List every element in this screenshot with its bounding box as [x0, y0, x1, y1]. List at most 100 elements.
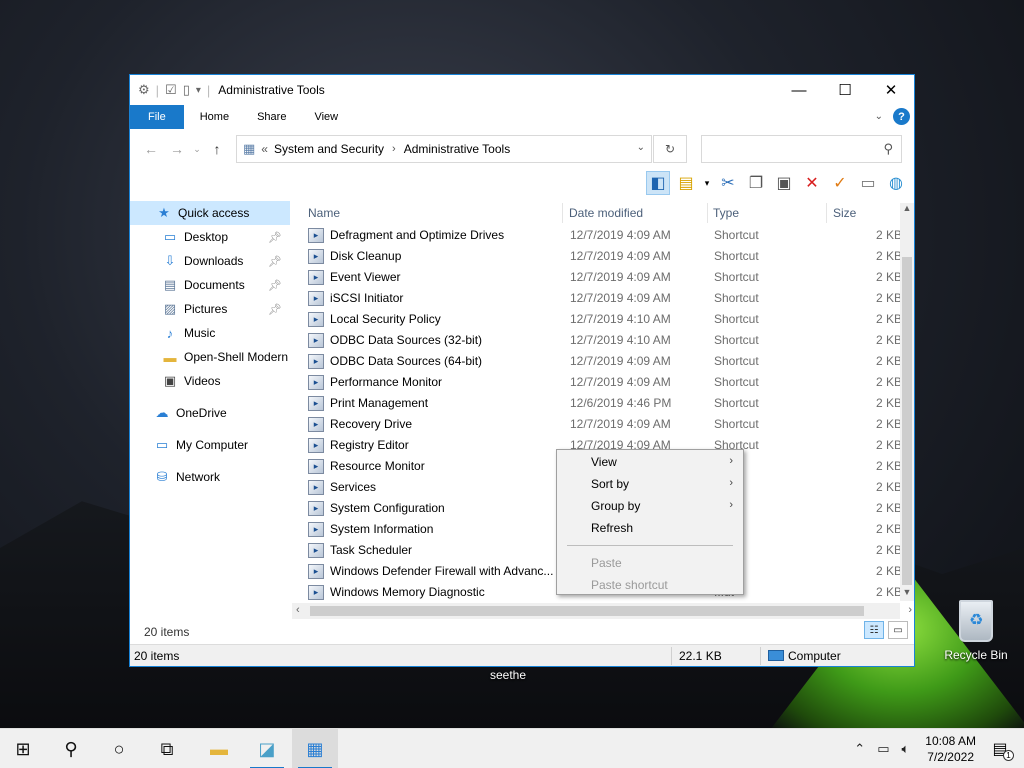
table-row[interactable]: ▸ Print Management 12/6/2019 4:46 PM Shortc… [302, 393, 902, 414]
horizontal-scroll-thumb[interactable] [310, 606, 864, 616]
table-row[interactable]: ▸ ODBC Data Sources (64-bit) 12/7/2019 4:0… [302, 351, 902, 372]
refresh-button[interactable]: ↻ [653, 135, 687, 163]
preview-pane-icon[interactable]: ◧ [646, 171, 670, 195]
volume-icon[interactable]: 🔈︎ [901, 741, 909, 757]
breadcrumb-overflow[interactable]: « [261, 142, 268, 156]
tab-home[interactable]: Home [186, 105, 243, 129]
breadcrumb-administrative-tools[interactable]: Administrative Tools [404, 142, 511, 156]
table-row[interactable]: ▸ Recovery Drive 12/7/2019 4:09 AM Shortcut… [302, 414, 902, 435]
sidebar-item-videos[interactable]: ▣ Videos [130, 369, 290, 393]
sidebar-item-onedrive[interactable]: ☁ OneDrive [130, 401, 290, 425]
file-size: 2 KB [876, 438, 902, 452]
show-hidden-icons-icon[interactable]: ⌃ [854, 741, 865, 757]
sidebar-item-quick-access[interactable]: ★ Quick access [130, 201, 290, 225]
network-tray-icon[interactable]: ▭ [877, 741, 889, 757]
table-row[interactable]: ▸ iSCSI Initiator 12/7/2019 4:09 AM Shortcu… [302, 288, 902, 309]
table-row[interactable]: ▸ Disk Cleanup 12/7/2019 4:09 AM Shortcut 2 … [302, 246, 902, 267]
sidebar-item-network[interactable]: ⛁ Network [130, 465, 290, 489]
scroll-left-icon[interactable]: ‹ [296, 604, 300, 616]
forward-arrow-icon[interactable]: → [164, 141, 190, 157]
search-input[interactable] [706, 137, 876, 161]
menu-item-group-by[interactable]: Group by › [557, 495, 743, 517]
horizontal-scrollbar[interactable]: ‹ › [292, 603, 912, 619]
menu-item-view[interactable]: View › [557, 451, 743, 473]
chevron-right-icon: › [729, 477, 733, 489]
search-taskbar-button[interactable]: ⚲ [48, 729, 94, 768]
column-header-name[interactable]: Name [308, 206, 340, 220]
properties-toolbar-icon[interactable]: ▭ [856, 171, 880, 195]
sidebar-item-pictures[interactable]: ▨ Pictures 📌︎ [130, 297, 290, 321]
sidebar-item-open-shell-modern[interactable]: ▬ Open-Shell Modern [130, 345, 290, 369]
column-header-type[interactable]: Type [713, 206, 739, 220]
properties-icon[interactable]: ⚙ [138, 82, 150, 98]
rename-check-icon[interactable]: ✓ [828, 171, 852, 195]
paste-icon[interactable]: ▣ [772, 171, 796, 195]
column-header-date[interactable]: Date modified [569, 206, 643, 220]
sidebar-item-desktop[interactable]: ▭ Desktop 📌︎ [130, 225, 290, 249]
details-view-icon[interactable]: ☷ [864, 621, 884, 639]
table-row[interactable]: ▸ Event Viewer 12/7/2019 4:09 AM Shortcut 2 … [302, 267, 902, 288]
minimize-button[interactable]: — [776, 75, 822, 105]
vertical-scroll-thumb[interactable] [902, 257, 912, 585]
scroll-down-icon[interactable]: ▼ [900, 587, 914, 601]
scroll-right-icon[interactable]: › [908, 604, 912, 616]
pin-icon[interactable]: 📌︎ [268, 303, 282, 316]
table-row[interactable]: ▸ Defragment and Optimize Drives 12/7/2019… [302, 225, 902, 246]
cortana-button[interactable]: ○ [96, 729, 142, 768]
pin-icon[interactable]: 📌︎ [268, 255, 282, 268]
app-taskbar-button[interactable]: ◪ [244, 729, 290, 768]
file-name: Registry Editor [330, 438, 409, 452]
table-row[interactable]: ▸ ODBC Data Sources (32-bit) 12/7/2019 4:1… [302, 330, 902, 351]
maximize-button[interactable]: ☐ [822, 75, 868, 105]
title-bar[interactable]: ⚙ | ☑ ▯ ▾ | Administrative Tools — ☐ ✕ [130, 75, 914, 105]
vertical-scrollbar[interactable]: ▲ ▼ [900, 203, 914, 601]
search-field[interactable]: ⚲ [701, 135, 902, 163]
cut-icon[interactable]: ✂ [716, 171, 740, 195]
task-view-button[interactable]: ⧉ [144, 729, 190, 768]
tab-file[interactable]: File [130, 105, 184, 129]
file-explorer-taskbar-button[interactable]: ▬ [196, 729, 242, 768]
sidebar-item-music[interactable]: ♪ Music [130, 321, 290, 345]
close-button[interactable]: ✕ [868, 75, 914, 105]
checklist-icon[interactable]: ☑ [165, 82, 177, 98]
chevron-right-icon: › [729, 499, 733, 511]
recycle-bin-desktop-icon[interactable]: Recycle Bin [940, 600, 1012, 662]
clock[interactable]: 10:08 AM 7/2/2022 [925, 733, 976, 765]
up-arrow-icon[interactable]: ↑ [204, 141, 230, 157]
back-arrow-icon[interactable]: ← [138, 141, 164, 157]
sidebar-item-my-computer[interactable]: ▭ My Computer [130, 433, 290, 457]
delete-icon[interactable]: ✕ [800, 171, 824, 195]
menu-item-sort-by[interactable]: Sort by › [557, 473, 743, 495]
sidebar-item-downloads[interactable]: ⇩ Downloads 📌︎ [130, 249, 290, 273]
file-type: Shortcut [714, 249, 759, 263]
action-center-button[interactable]: ▤ 1 [986, 739, 1014, 761]
pin-icon[interactable]: 📌︎ [268, 279, 282, 292]
explorer-window: ⚙ | ☑ ▯ ▾ | Administrative Tools — ☐ ✕ F… [129, 74, 915, 667]
sidebar-item-documents[interactable]: ▤ Documents 📌︎ [130, 273, 290, 297]
tab-view[interactable]: View [300, 105, 352, 129]
file-size: 2 KB [876, 459, 902, 473]
new-folder-toolbar-icon[interactable]: ▤ [674, 171, 698, 195]
expand-ribbon-icon[interactable]: ⌄ [875, 111, 883, 122]
copy-icon[interactable]: ❐ [744, 171, 768, 195]
table-row[interactable]: ▸ Performance Monitor 12/7/2019 4:09 AM Sho… [302, 372, 902, 393]
globe-icon[interactable]: ◍ [884, 171, 908, 195]
new-folder-icon[interactable]: ▯ [183, 82, 190, 98]
toolbar-dropdown-icon[interactable]: ▾ [702, 171, 712, 195]
large-icons-view-icon[interactable]: ▭ [888, 621, 908, 639]
address-dropdown-icon[interactable]: ⌄ [637, 142, 645, 153]
customize-quick-access-icon[interactable]: ▾ [196, 85, 201, 96]
table-row[interactable]: ▸ Local Security Policy 12/7/2019 4:10 AM S… [302, 309, 902, 330]
tab-share[interactable]: Share [243, 105, 300, 129]
start-button[interactable]: ⊞ [0, 729, 46, 768]
pin-icon[interactable]: 📌︎ [268, 231, 282, 244]
column-header-size[interactable]: Size [833, 206, 856, 220]
control-panel-taskbar-button[interactable]: ▦ [292, 729, 338, 768]
address-bar[interactable]: ▦ « System and Security › Administrative… [236, 135, 652, 163]
menu-item-refresh[interactable]: Refresh [557, 517, 743, 539]
task-view-icon: ⧉ [160, 738, 174, 759]
breadcrumb-system-and-security[interactable]: System and Security [274, 142, 384, 156]
help-button[interactable]: ? [893, 108, 910, 125]
scroll-up-icon[interactable]: ▲ [900, 203, 914, 217]
recent-locations-icon[interactable]: ⌄ [190, 144, 204, 155]
